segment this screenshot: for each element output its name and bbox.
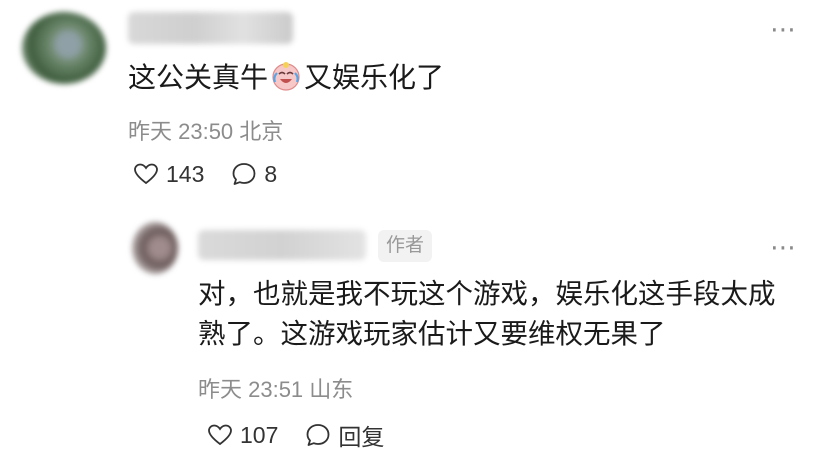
comment-actions: 143 8 (132, 160, 303, 188)
reply-username-blurred[interactable] (198, 230, 366, 260)
reply-count: 8 (264, 160, 278, 187)
author-badge: 作者 (378, 230, 433, 262)
avatar[interactable] (22, 12, 106, 84)
like-count: 143 (166, 160, 205, 187)
reply-like-count: 107 (240, 421, 279, 448)
comment-location: 北京 (239, 119, 284, 144)
comment-text-part2: 又娱乐化了 (304, 62, 445, 93)
reply-more-options-icon[interactable]: ⋯ (770, 232, 798, 263)
reply-location: 山东 (309, 377, 354, 402)
comment-bubble-icon (306, 424, 330, 446)
reply-button[interactable]: 回复 (304, 418, 384, 452)
comment-text: 这公关真牛 又娱乐化了 (128, 58, 444, 98)
reply-button-label: 回复 (338, 424, 385, 450)
reply-time: 昨天 23:51 (198, 377, 304, 402)
heart-icon (208, 424, 232, 446)
crying-laughing-face-emoji (272, 62, 300, 91)
reply-avatar[interactable] (132, 222, 178, 274)
more-options-icon[interactable]: ⋯ (770, 14, 798, 45)
reply-like-button[interactable]: 107 (206, 421, 278, 449)
comment-meta: 昨天 23:50 北京 (128, 114, 283, 146)
heart-icon (134, 163, 158, 185)
comment-time: 昨天 23:50 (128, 119, 234, 144)
comment-bubble-icon (232, 163, 256, 185)
comment-text-part1: 这公关真牛 (128, 62, 269, 93)
reply-meta: 昨天 23:51 山东 (198, 372, 353, 404)
reply-text: 对，也就是我不玩这个游戏，娱乐化这手段太成熟了。这游戏玩家估计又要维权无果了 (198, 278, 776, 349)
like-button[interactable]: 143 (132, 160, 204, 188)
reply-actions: 107 回复 (206, 418, 410, 452)
reply-count-button[interactable]: 8 (230, 160, 277, 188)
username-blurred[interactable] (128, 12, 293, 44)
